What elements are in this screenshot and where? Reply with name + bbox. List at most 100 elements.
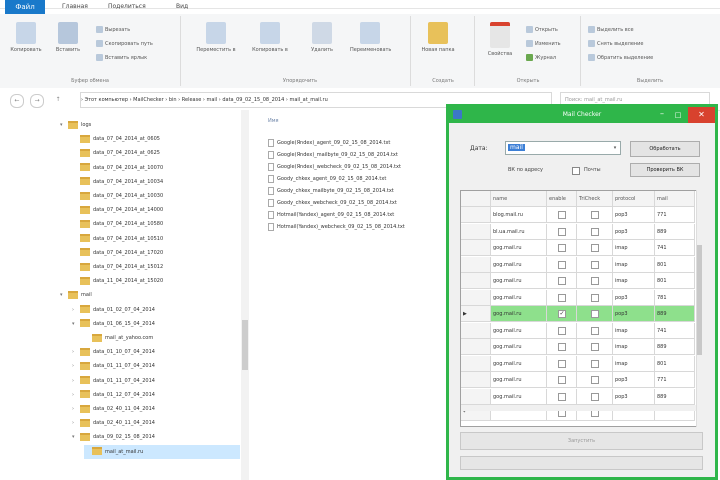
check-vk-button[interactable]: Проверить ВК <box>630 163 700 177</box>
column-header-name[interactable]: name <box>491 191 547 207</box>
mail-checkbox[interactable] <box>572 167 580 175</box>
cell-mail[interactable]: 771 <box>655 207 695 223</box>
cell-enable[interactable] <box>547 273 577 289</box>
grid-scroll-thumb[interactable] <box>697 245 702 355</box>
file-row[interactable]: Goody_chkex_mailbyte_09_02_15_08_2014.tx… <box>268 186 394 197</box>
tree-scrollbar[interactable] <box>241 110 249 480</box>
tree-item[interactable]: mail_at_mail.ru <box>84 444 240 459</box>
enable-checkbox[interactable] <box>558 376 566 384</box>
cell-protocol[interactable]: imap <box>613 322 655 339</box>
history-button[interactable]: Журнал <box>526 54 556 63</box>
cell-name[interactable]: gog.mail.ru <box>491 339 547 355</box>
column-header-name[interactable]: Имя <box>268 118 279 124</box>
expand-arrow-icon[interactable]: › <box>72 345 80 359</box>
tree-item[interactable]: mail_at_yahoo.com <box>84 331 153 345</box>
cell-protocol[interactable]: imap <box>613 240 655 256</box>
tree-item[interactable]: ▾ data_01_06_15_04_2014 <box>72 317 155 331</box>
cell-name[interactable]: gog.mail.ru <box>491 273 547 289</box>
properties-button[interactable]: Свойства <box>480 22 520 57</box>
maximize-button[interactable]: □ <box>670 107 686 123</box>
open-button[interactable]: Открыть <box>526 26 558 35</box>
cell-protocol[interactable]: pop3 <box>613 388 655 405</box>
date-combobox[interactable]: mail <box>505 141 621 155</box>
cell-name[interactable]: gog.mail.ru <box>491 256 547 273</box>
tree-item[interactable]: data_07_04_2014_at_0625 <box>72 146 160 160</box>
cell-protocol[interactable]: imap <box>613 256 655 273</box>
enable-checkbox[interactable] <box>558 326 566 335</box>
cell-enable[interactable] <box>547 339 577 355</box>
tree-item[interactable]: data_07_04_2014_at_10580 <box>72 217 163 231</box>
tree-item[interactable]: › data_01_11_07_04_2014 <box>72 374 155 388</box>
up-button[interactable]: ↑ <box>52 94 64 106</box>
cell-enable[interactable] <box>547 372 577 388</box>
expand-arrow-icon[interactable]: ▾ <box>72 430 80 444</box>
cell-tricheck[interactable] <box>577 223 613 240</box>
forward-button[interactable]: → <box>30 94 44 108</box>
cell-mail[interactable]: 781 <box>655 289 695 306</box>
cell-mail[interactable]: 801 <box>655 355 695 372</box>
cell-mail[interactable]: 771 <box>655 372 695 388</box>
expand-arrow-icon[interactable]: › <box>72 374 80 388</box>
cell-protocol[interactable]: imap <box>613 339 655 355</box>
cell-mail[interactable]: 801 <box>655 273 695 289</box>
cell-name[interactable]: gog.mail.ru <box>491 388 547 405</box>
tree-item[interactable]: data_07_04_2014_at_10070 <box>72 161 163 175</box>
expand-arrow-icon[interactable]: ▾ <box>60 118 68 132</box>
tree-item[interactable]: › data_01_02_07_04_2014 <box>72 303 155 317</box>
grid-hscrollbar[interactable] <box>461 405 696 411</box>
cell-enable[interactable] <box>547 322 577 339</box>
expand-arrow-icon[interactable]: ▾ <box>72 317 80 331</box>
cell-mail[interactable]: 741 <box>655 322 695 339</box>
cell-enable[interactable]: ✓ <box>547 306 577 322</box>
tricheck-checkbox[interactable] <box>591 326 599 335</box>
tricheck-checkbox[interactable] <box>591 392 599 401</box>
expand-arrow-icon[interactable]: ▾ <box>60 288 68 302</box>
cell-enable[interactable] <box>547 256 577 273</box>
tree-item[interactable]: ▾ data_09_02_15_08_2014 <box>72 430 155 444</box>
close-button[interactable]: ✕ <box>688 107 715 123</box>
cell-protocol[interactable]: pop3 <box>613 306 655 322</box>
copy-path-button[interactable]: Скопировать путь <box>96 40 153 49</box>
file-row[interactable]: Google(Яndex)_webcheck_09_02_15_08_2014.… <box>268 162 401 173</box>
cell-name[interactable]: blog.mail.ru <box>491 207 547 223</box>
cell-enable[interactable] <box>547 355 577 372</box>
enable-checkbox[interactable] <box>558 293 566 302</box>
tricheck-checkbox[interactable] <box>591 227 599 236</box>
cell-mail[interactable]: 889 <box>655 339 695 355</box>
enable-checkbox[interactable] <box>558 343 566 351</box>
cell-tricheck[interactable] <box>577 388 613 405</box>
invert-selection-button[interactable]: Обратить выделение <box>588 54 653 63</box>
cell-tricheck[interactable] <box>577 372 613 388</box>
tricheck-checkbox[interactable] <box>591 244 599 252</box>
chevron-down-icon[interactable]: ▾ <box>610 142 620 154</box>
tree-item[interactable]: › data_02_40_11_04_2014 <box>72 402 155 416</box>
tab-view[interactable]: Вид <box>176 3 188 10</box>
tricheck-checkbox[interactable] <box>591 293 599 302</box>
tricheck-checkbox[interactable] <box>591 260 599 269</box>
enable-checkbox[interactable] <box>558 211 566 219</box>
enable-checkbox[interactable] <box>558 260 566 269</box>
run-button[interactable]: Запустить <box>460 432 703 450</box>
tree-item[interactable]: data_07_04_2014_at_17020 <box>72 246 163 260</box>
tree-item[interactable]: data_07_04_2014_at_14000 <box>72 203 163 217</box>
tricheck-checkbox[interactable] <box>591 277 599 285</box>
process-button[interactable]: Обработать <box>630 141 700 157</box>
tricheck-checkbox[interactable] <box>591 211 599 219</box>
tree-scroll-thumb[interactable] <box>242 320 248 370</box>
select-none-button[interactable]: Снять выделение <box>588 40 644 49</box>
file-row[interactable]: Goody_chkex_webcheck_09_02_15_08_2014.tx… <box>268 198 397 209</box>
tree-item[interactable]: data_07_04_2014_at_15012 <box>72 260 163 274</box>
cell-name[interactable]: bl.ua.mail.ru <box>491 223 547 240</box>
enable-checkbox[interactable] <box>558 392 566 401</box>
expand-arrow-icon[interactable]: › <box>72 388 80 402</box>
cell-tricheck[interactable] <box>577 256 613 273</box>
expand-arrow-icon[interactable]: › <box>72 303 80 317</box>
paste-shortcut-button[interactable]: Вставить ярлык <box>96 54 147 63</box>
cell-enable[interactable] <box>547 207 577 223</box>
enable-checkbox[interactable]: ✓ <box>558 310 566 318</box>
cell-name[interactable]: gog.mail.ru <box>491 240 547 256</box>
cell-mail[interactable]: 889 <box>655 388 695 405</box>
cell-tricheck[interactable] <box>577 207 613 223</box>
delete-button[interactable]: Удалить <box>302 22 342 53</box>
cell-enable[interactable] <box>547 240 577 256</box>
